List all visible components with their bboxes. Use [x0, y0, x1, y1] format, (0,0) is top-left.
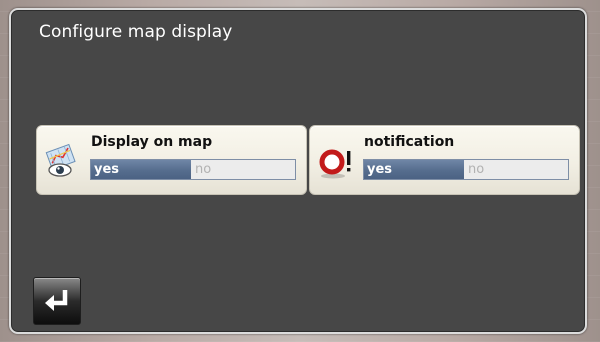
notification-yes-option[interactable]: yes [364, 160, 464, 179]
display-on-map-yes-option[interactable]: yes [91, 160, 191, 179]
return-arrow-icon [45, 290, 68, 311]
warning-ring-icon [316, 142, 356, 182]
display-on-map-setting: Display on map yes no [36, 125, 307, 195]
map-eye-icon [43, 142, 83, 182]
notification-toggle[interactable]: yes no [363, 159, 569, 180]
back-button[interactable] [33, 277, 81, 325]
notification-setting: notification yes no [309, 125, 580, 195]
notification-label: notification [364, 134, 455, 150]
settings-dialog: Configure map display Display on map yes… [9, 8, 587, 334]
notification-no-option[interactable]: no [464, 160, 568, 179]
display-on-map-toggle[interactable]: yes no [90, 159, 296, 180]
page-title: Configure map display [39, 22, 233, 42]
display-on-map-label: Display on map [91, 134, 213, 150]
display-on-map-no-option[interactable]: no [191, 160, 295, 179]
